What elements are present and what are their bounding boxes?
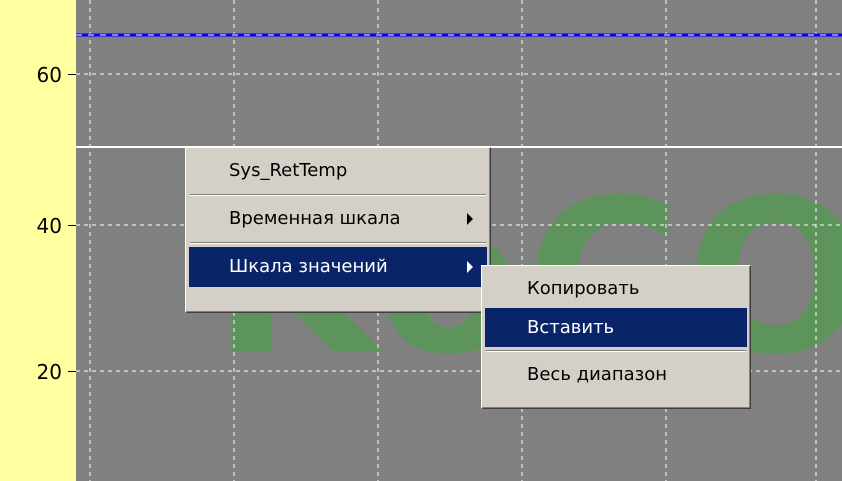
menu-item-label: Sys_RetTemp	[229, 160, 348, 181]
menu-item-value-scale[interactable]: Шкала значений	[189, 247, 487, 287]
y-axis: 60 40 20	[0, 0, 76, 481]
submenu-item-label: Копировать	[527, 278, 640, 299]
menu-item-label: Шкала значений	[229, 256, 388, 277]
submenu-item-label: Весь диапазон	[527, 364, 667, 385]
y-tick-mark-20	[68, 371, 76, 372]
menu-item-sys-rettemp[interactable]: Sys_RetTemp	[189, 151, 487, 191]
menu-separator	[190, 194, 486, 196]
value-scale-submenu: Копировать Вставить Весь диапазон	[481, 265, 751, 409]
menu-separator	[486, 350, 746, 352]
menu-item-label: Временная шкала	[229, 208, 401, 229]
y-tick-label-60: 60	[36, 63, 62, 87]
submenu-item-copy[interactable]: Копировать	[485, 269, 747, 308]
trend-window: 60 40 20 KoCO	[0, 0, 842, 481]
menu-separator	[190, 242, 486, 244]
submenu-item-full-range[interactable]: Весь диапазон	[485, 355, 747, 394]
submenu-item-paste[interactable]: Вставить	[485, 308, 747, 347]
context-menu: Sys_RetTemp Временная шкала Шкала значен…	[185, 147, 491, 313]
y-tick-label-20: 20	[36, 360, 62, 384]
submenu-arrow-icon	[467, 261, 473, 273]
y-tick-mark-40	[68, 225, 76, 226]
submenu-item-label: Вставить	[527, 317, 615, 338]
menu-item-time-scale[interactable]: Временная шкала	[189, 199, 487, 239]
submenu-arrow-icon	[467, 213, 473, 225]
y-tick-mark-60	[68, 74, 76, 75]
y-tick-label-40: 40	[36, 214, 62, 238]
